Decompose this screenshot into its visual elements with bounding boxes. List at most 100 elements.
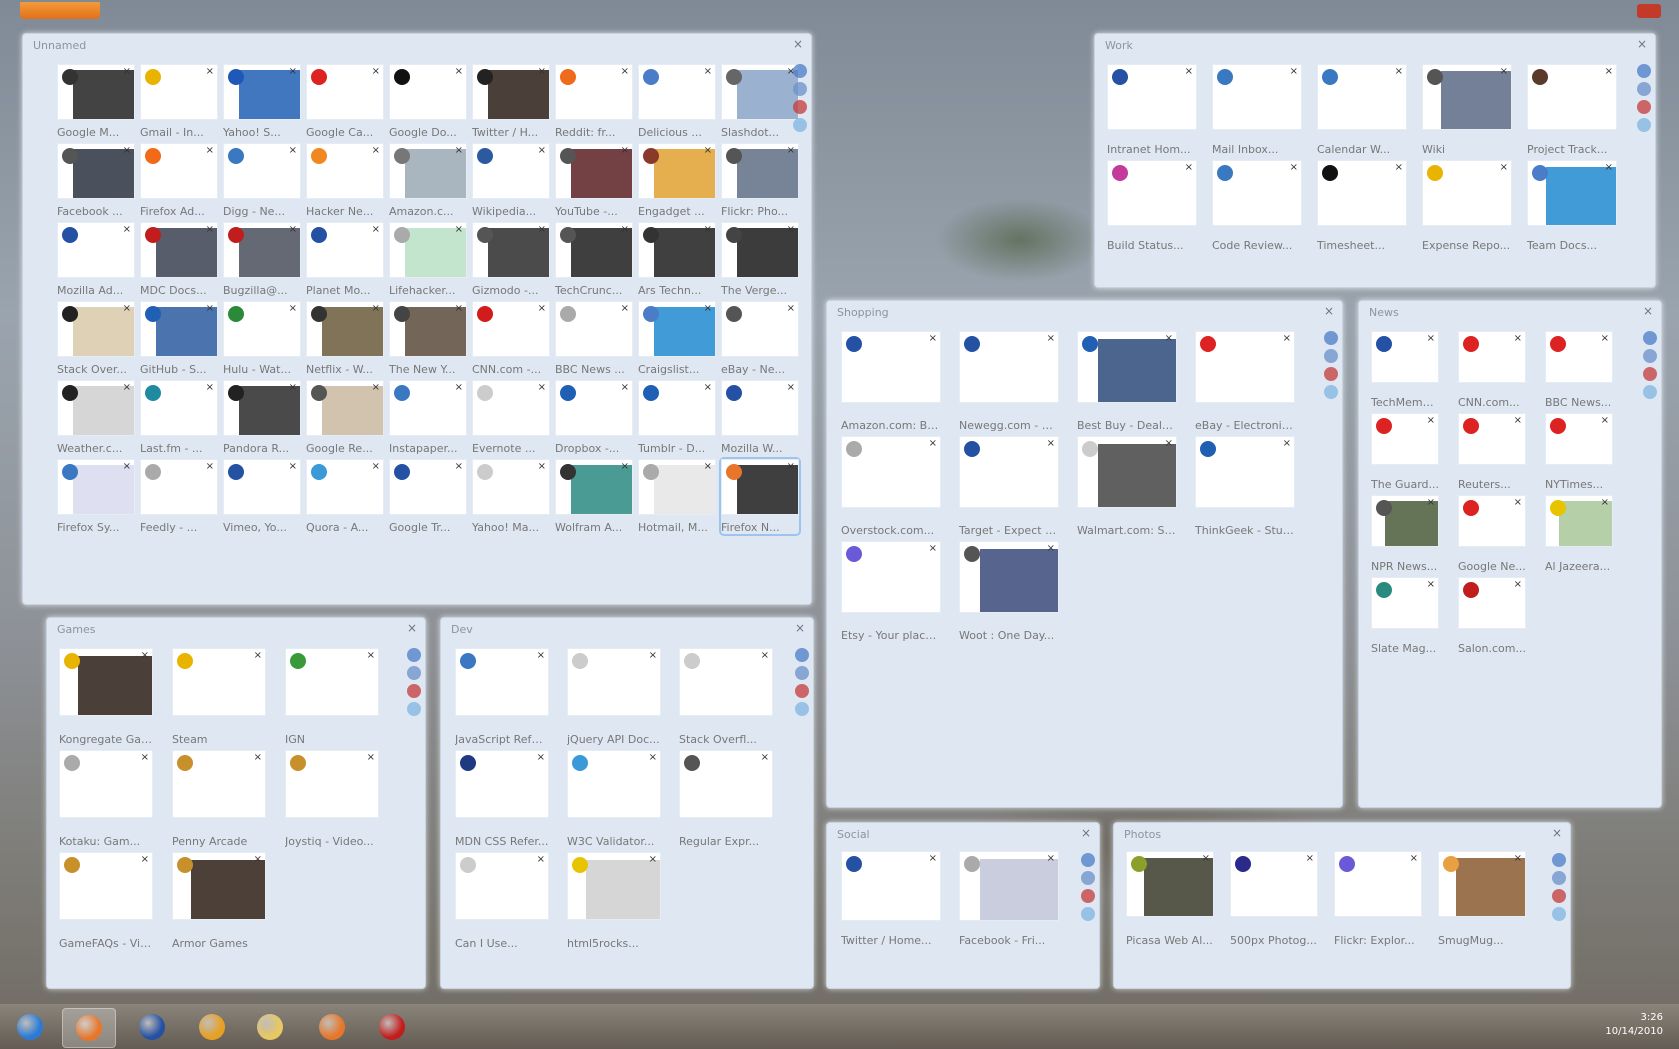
tab-thumbnail[interactable]: × Pandora R... [223,380,301,455]
app-tab-icon[interactable] [1081,871,1095,885]
tab-thumbnail[interactable]: × Vimeo, Yo... [223,459,301,534]
tab-thumbnail[interactable]: × Flickr: Explor... [1334,851,1422,947]
start-button[interactable] [4,1008,56,1046]
tab-thumbnail[interactable]: × Intranet Hom... [1107,64,1197,156]
app-tab-icon[interactable] [793,118,807,132]
close-tab-icon[interactable]: × [1514,415,1522,426]
tab-thumbnail[interactable]: × Flickr: Pho... [721,143,799,218]
close-tab-icon[interactable]: × [929,438,937,449]
close-tab-icon[interactable]: × [649,752,657,763]
tab-thumbnail[interactable]: × Google Do... [389,64,467,139]
close-tab-icon[interactable]: × [1514,853,1522,864]
tab-thumbnail[interactable]: × Reuters... [1458,413,1526,491]
close-tab-icon[interactable]: × [141,854,149,865]
close-tab-icon[interactable]: × [206,224,214,235]
close-tab-icon[interactable]: × [254,752,262,763]
close-tab-icon[interactable]: × [1410,853,1418,864]
close-tab-icon[interactable]: × [649,854,657,865]
tab-thumbnail[interactable]: × Can I Use... [455,852,549,950]
close-tab-icon[interactable]: × [538,145,546,156]
app-tab-icon[interactable] [407,648,421,662]
tab-thumbnail[interactable]: × W3C Validator... [567,750,661,848]
close-group-icon[interactable]: × [1081,826,1091,840]
close-tab-icon[interactable]: × [704,66,712,77]
app-tab-icon[interactable] [795,648,809,662]
close-tab-icon[interactable]: × [1185,162,1193,173]
close-tab-icon[interactable]: × [621,303,629,314]
system-clock[interactable]: 3:26 10/14/2010 [1605,1011,1663,1039]
tab-thumbnail[interactable]: × html5rocks... [567,852,661,950]
tab-thumbnail[interactable]: × Walmart.com: Sav... [1077,436,1177,537]
tab-thumbnail[interactable]: × Joystiq - Video... [285,750,379,848]
close-tab-icon[interactable]: × [123,382,131,393]
tab-thumbnail[interactable]: × Target - Expect M... [959,436,1059,537]
app-tab-icon[interactable] [1552,871,1566,885]
tab-thumbnail[interactable]: × Calendar W... [1317,64,1407,156]
tab-thumbnail[interactable]: × jQuery API Doc... [567,648,661,746]
close-tab-icon[interactable]: × [1283,333,1291,344]
tab-thumbnail[interactable]: × The Guard... [1371,413,1439,491]
thunderbird-taskbar-icon[interactable] [126,1008,178,1046]
tab-thumbnail[interactable]: × Overstock.com... [841,436,941,537]
close-group-icon[interactable]: × [795,621,805,635]
tab-thumbnail[interactable]: × Newegg.com - Co... [959,331,1059,432]
app-tab-icon[interactable] [1552,907,1566,921]
tab-thumbnail[interactable]: × Team Docs... [1527,160,1617,252]
close-tab-icon[interactable]: × [1601,333,1609,344]
tab-thumbnail[interactable]: × IGN [285,648,379,746]
tab-thumbnail[interactable]: × The New Y... [389,301,467,376]
tab-group-news[interactable]: News × × TechMeme... × CNN.com... × BBC News...… [1358,300,1662,808]
close-tab-icon[interactable]: × [1047,543,1055,554]
tab-thumbnail[interactable]: × 500px Photog... [1230,851,1318,947]
close-tab-icon[interactable]: × [761,752,769,763]
close-tab-icon[interactable]: × [1514,497,1522,508]
tab-thumbnail[interactable]: × SmugMug... [1438,851,1526,947]
tab-thumbnail[interactable]: × Slate Mag... [1371,577,1439,655]
tab-group-title[interactable]: News [1369,306,1399,319]
close-tab-icon[interactable]: × [206,145,214,156]
tab-thumbnail[interactable]: × NPR News... [1371,495,1439,573]
tab-thumbnail[interactable]: × Google Ne... [1458,495,1526,573]
tab-thumbnail[interactable]: × Netflix - W... [306,301,384,376]
tab-thumbnail[interactable]: × Build Status... [1107,160,1197,252]
tab-thumbnail[interactable]: × BBC News... [1545,331,1613,409]
close-tab-icon[interactable]: × [704,303,712,314]
tab-thumbnail[interactable]: × GitHub - S... [140,301,218,376]
app-tab-icon[interactable] [1324,367,1338,381]
close-tab-icon[interactable]: × [929,853,937,864]
app-tab-icon[interactable] [1081,907,1095,921]
tab-thumbnail[interactable]: × ThinkGeek - Stuff... [1195,436,1295,537]
close-group-icon[interactable]: × [1643,304,1653,318]
tab-thumbnail[interactable]: × Feedly - ... [140,459,218,534]
tab-thumbnail[interactable]: × Google Ca... [306,64,384,139]
close-tab-icon[interactable]: × [254,650,262,661]
app-tab-icon[interactable] [1552,889,1566,903]
close-tab-icon[interactable]: × [455,461,463,472]
app-tab-icon[interactable] [793,100,807,114]
opera-taskbar-icon[interactable] [366,1008,418,1046]
tab-thumbnail[interactable]: × Google Tr... [389,459,467,534]
tab-thumbnail[interactable]: × TechMeme... [1371,331,1439,409]
close-tab-icon[interactable]: × [141,752,149,763]
tab-thumbnail[interactable]: × Timesheet... [1317,160,1407,252]
tab-thumbnail[interactable]: × eBay - Electronic... [1195,331,1295,432]
close-tab-icon[interactable]: × [621,145,629,156]
tab-group-main[interactable]: Unnamed × × Google M... × Gmail - In... × Yahoo… [22,33,812,605]
app-tab-icon[interactable] [1637,118,1651,132]
close-tab-icon[interactable]: × [123,461,131,472]
tab-thumbnail[interactable]: × Craigslist... [638,301,716,376]
tab-thumbnail[interactable]: × Regular Expr... [679,750,773,848]
tab-thumbnail[interactable]: × Wiki [1422,64,1512,156]
tab-group-photos[interactable]: Photos × × Picasa Web Al... × 500px Photog...… [1113,822,1571,989]
close-tab-icon[interactable]: × [372,461,380,472]
close-tab-icon[interactable]: × [1500,66,1508,77]
tab-thumbnail[interactable]: × Mozilla W... [721,380,799,455]
tab-thumbnail[interactable]: × CNN.com -... [472,301,550,376]
tab-thumbnail[interactable]: × Quora - A... [306,459,384,534]
close-tab-icon[interactable]: × [1514,333,1522,344]
app-tab-icon[interactable] [1324,349,1338,363]
tab-group-shopping[interactable]: Shopping × × Amazon.com: Bo... × Newegg.com -… [826,300,1343,808]
app-tab-icon[interactable] [1643,331,1657,345]
tab-thumbnail[interactable]: × Planet Mo... [306,222,384,297]
window-close-button[interactable] [1637,4,1661,18]
